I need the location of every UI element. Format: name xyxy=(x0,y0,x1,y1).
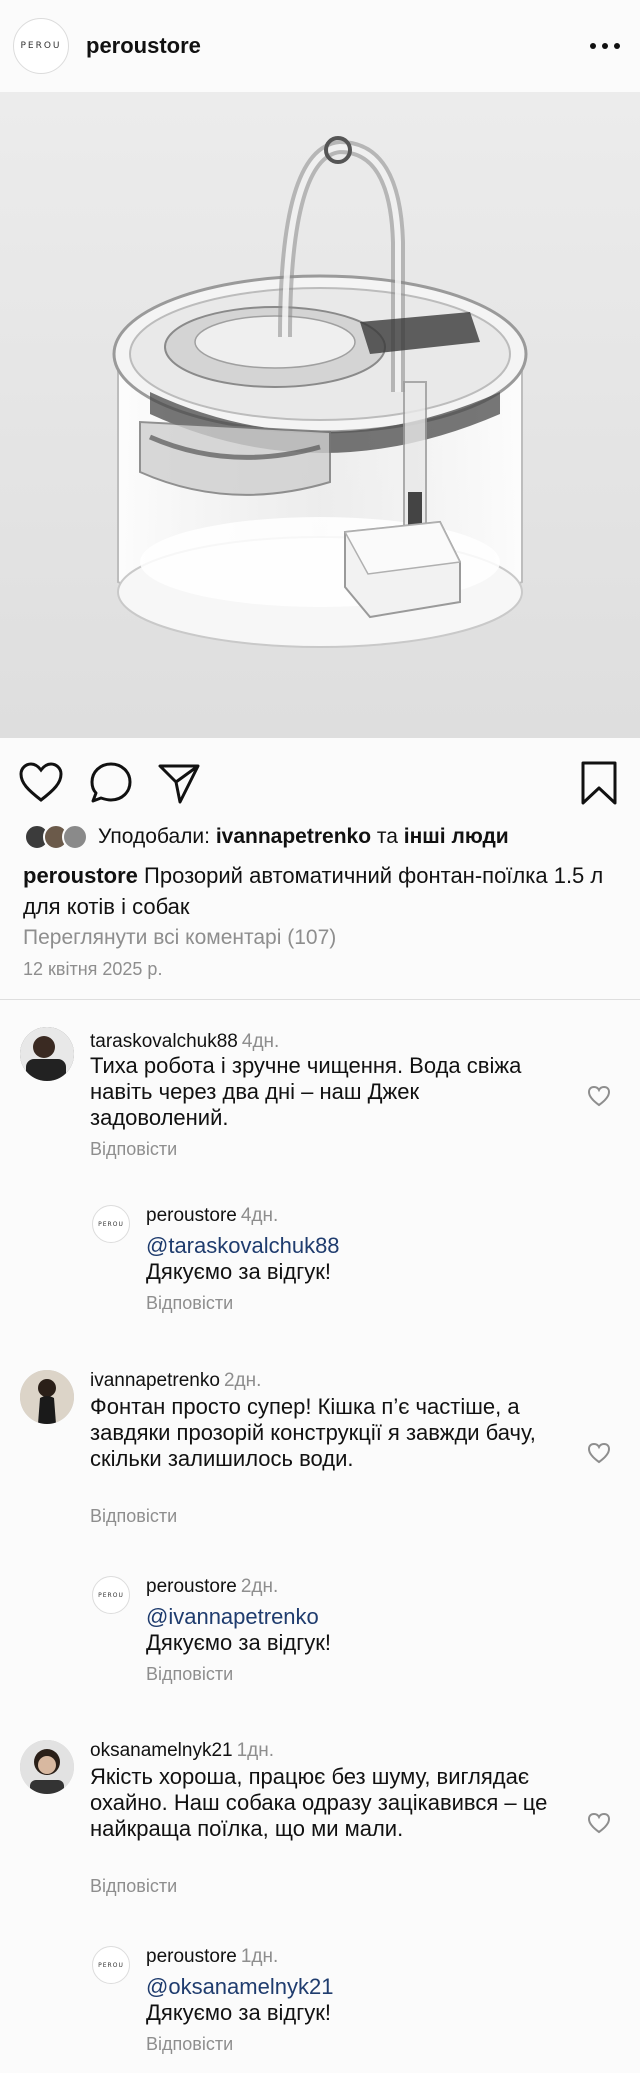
comment-like-icon[interactable] xyxy=(587,1085,611,1107)
avatar[interactable]: PEROU xyxy=(92,1205,130,1243)
post-header: PEROU peroustore xyxy=(0,0,640,92)
avatar[interactable]: PEROU xyxy=(92,1946,130,1984)
caption-username[interactable]: peroustore xyxy=(23,863,138,888)
comment-time: 2дн. xyxy=(223,1370,262,1391)
reply-time: 1дн. xyxy=(240,1946,279,1967)
comment-username[interactable]: taraskovalchuk88 xyxy=(90,1031,238,1052)
comment-header: oksanamelnyk21 1дн. xyxy=(90,1740,274,1762)
reply-button[interactable]: Відповісти xyxy=(146,2034,233,2055)
comment-username[interactable]: ivannapetrenko xyxy=(90,1370,220,1391)
liked-others[interactable]: інші люди xyxy=(404,825,509,848)
view-all-comments-link[interactable]: Переглянути всі коментарі (107) xyxy=(23,926,336,950)
likes-text: Уподобали: ivannapetrenko та інші люди xyxy=(98,825,509,848)
avatar[interactable] xyxy=(20,1027,74,1081)
avatar xyxy=(62,824,88,850)
liked-user[interactable]: ivannapetrenko xyxy=(216,825,371,848)
comment-item: taraskovalchuk88 4дн. Тиха робота і зручн… xyxy=(20,1027,620,1167)
mention-link[interactable]: @oksanamelnyk21 xyxy=(146,1974,586,2000)
comment-text: Фонтан просто супер! Кішка п’є частіше, … xyxy=(90,1394,536,1471)
mention-link[interactable]: @ivannapetrenko xyxy=(146,1604,586,1630)
reply-item: PEROU peroustore 1дн. @oksanamelnyk21 Дяк… xyxy=(92,1946,612,2056)
bookmark-icon[interactable] xyxy=(576,760,622,806)
comment-header: taraskovalchuk88 4дн. xyxy=(90,1031,279,1053)
comment-bubble-icon[interactable] xyxy=(88,760,134,806)
reply-header: peroustore 2дн. xyxy=(146,1576,278,1598)
comment-item: oksanamelnyk21 1дн. Якість хороша, працює… xyxy=(20,1740,620,1900)
comment-like-icon[interactable] xyxy=(587,1812,611,1834)
comment-time: 1дн. xyxy=(236,1740,275,1761)
divider xyxy=(0,999,640,1000)
comment-header: ivannapetrenko 2дн. xyxy=(90,1370,261,1392)
comment-text: Тиха робота і зручне чищення. Вода свіжа… xyxy=(90,1053,522,1130)
store-avatar[interactable]: PEROU xyxy=(13,18,69,74)
reply-button[interactable]: Відповісти xyxy=(146,1664,233,1685)
reply-button[interactable]: Відповісти xyxy=(146,1293,233,1314)
reply-item: PEROU peroustore 2дн. @ivannapetrenko Дяк… xyxy=(92,1576,612,1686)
reply-button[interactable]: Відповісти xyxy=(90,1506,177,1527)
reply-time: 4дн. xyxy=(240,1205,279,1226)
liked-avatars xyxy=(24,824,94,850)
reply-header: peroustore 1дн. xyxy=(146,1946,278,1968)
heart-outline-icon[interactable] xyxy=(18,760,64,806)
reply-button[interactable]: Відповісти xyxy=(90,1139,177,1160)
post-date: 12 квітня 2025 р. xyxy=(23,959,163,979)
comment-like-icon[interactable] xyxy=(587,1442,611,1464)
reply-username[interactable]: peroustore xyxy=(146,1946,237,1967)
reply-text: @ivannapetrenko Дякуємо за відгук! xyxy=(146,1604,586,1656)
avatar[interactable] xyxy=(20,1740,74,1794)
likes-summary[interactable]: Уподобали: ivannapetrenko та інші люди xyxy=(24,822,509,852)
water-fountain-image xyxy=(0,92,640,738)
post-actions xyxy=(0,738,640,828)
reply-text: @oksanamelnyk21 Дякуємо за відгук! xyxy=(146,1974,586,2026)
comment-item: ivannapetrenko 2дн. Фонтан просто супер! … xyxy=(20,1370,620,1530)
more-dots-icon[interactable] xyxy=(590,34,620,58)
comment-username[interactable]: oksanamelnyk21 xyxy=(90,1740,233,1761)
paper-plane-icon[interactable] xyxy=(156,760,202,806)
reply-item: PEROU peroustore 4дн. @taraskovalchuk88 Д… xyxy=(92,1205,612,1315)
comment-time: 4дн. xyxy=(241,1031,280,1052)
comment-text: Якість хороша, працює без шуму, виглядає… xyxy=(90,1764,548,1841)
mention-link[interactable]: @taraskovalchuk88 xyxy=(146,1233,586,1259)
reply-username[interactable]: peroustore xyxy=(146,1205,237,1226)
store-logo-text: PEROU xyxy=(20,41,62,51)
reply-username[interactable]: peroustore xyxy=(146,1576,237,1597)
reply-button[interactable]: Відповісти xyxy=(90,1876,177,1897)
post-image[interactable] xyxy=(0,92,640,738)
avatar[interactable] xyxy=(20,1370,74,1424)
reply-text: @taraskovalchuk88 Дякуємо за відгук! xyxy=(146,1233,586,1285)
reply-time: 2дн. xyxy=(240,1576,279,1597)
avatar[interactable]: PEROU xyxy=(92,1576,130,1614)
post-caption: peroustore Прозорий автоматичний фонтан-… xyxy=(23,860,623,922)
reply-header: peroustore 4дн. xyxy=(146,1205,278,1227)
post-username[interactable]: peroustore xyxy=(86,33,201,59)
